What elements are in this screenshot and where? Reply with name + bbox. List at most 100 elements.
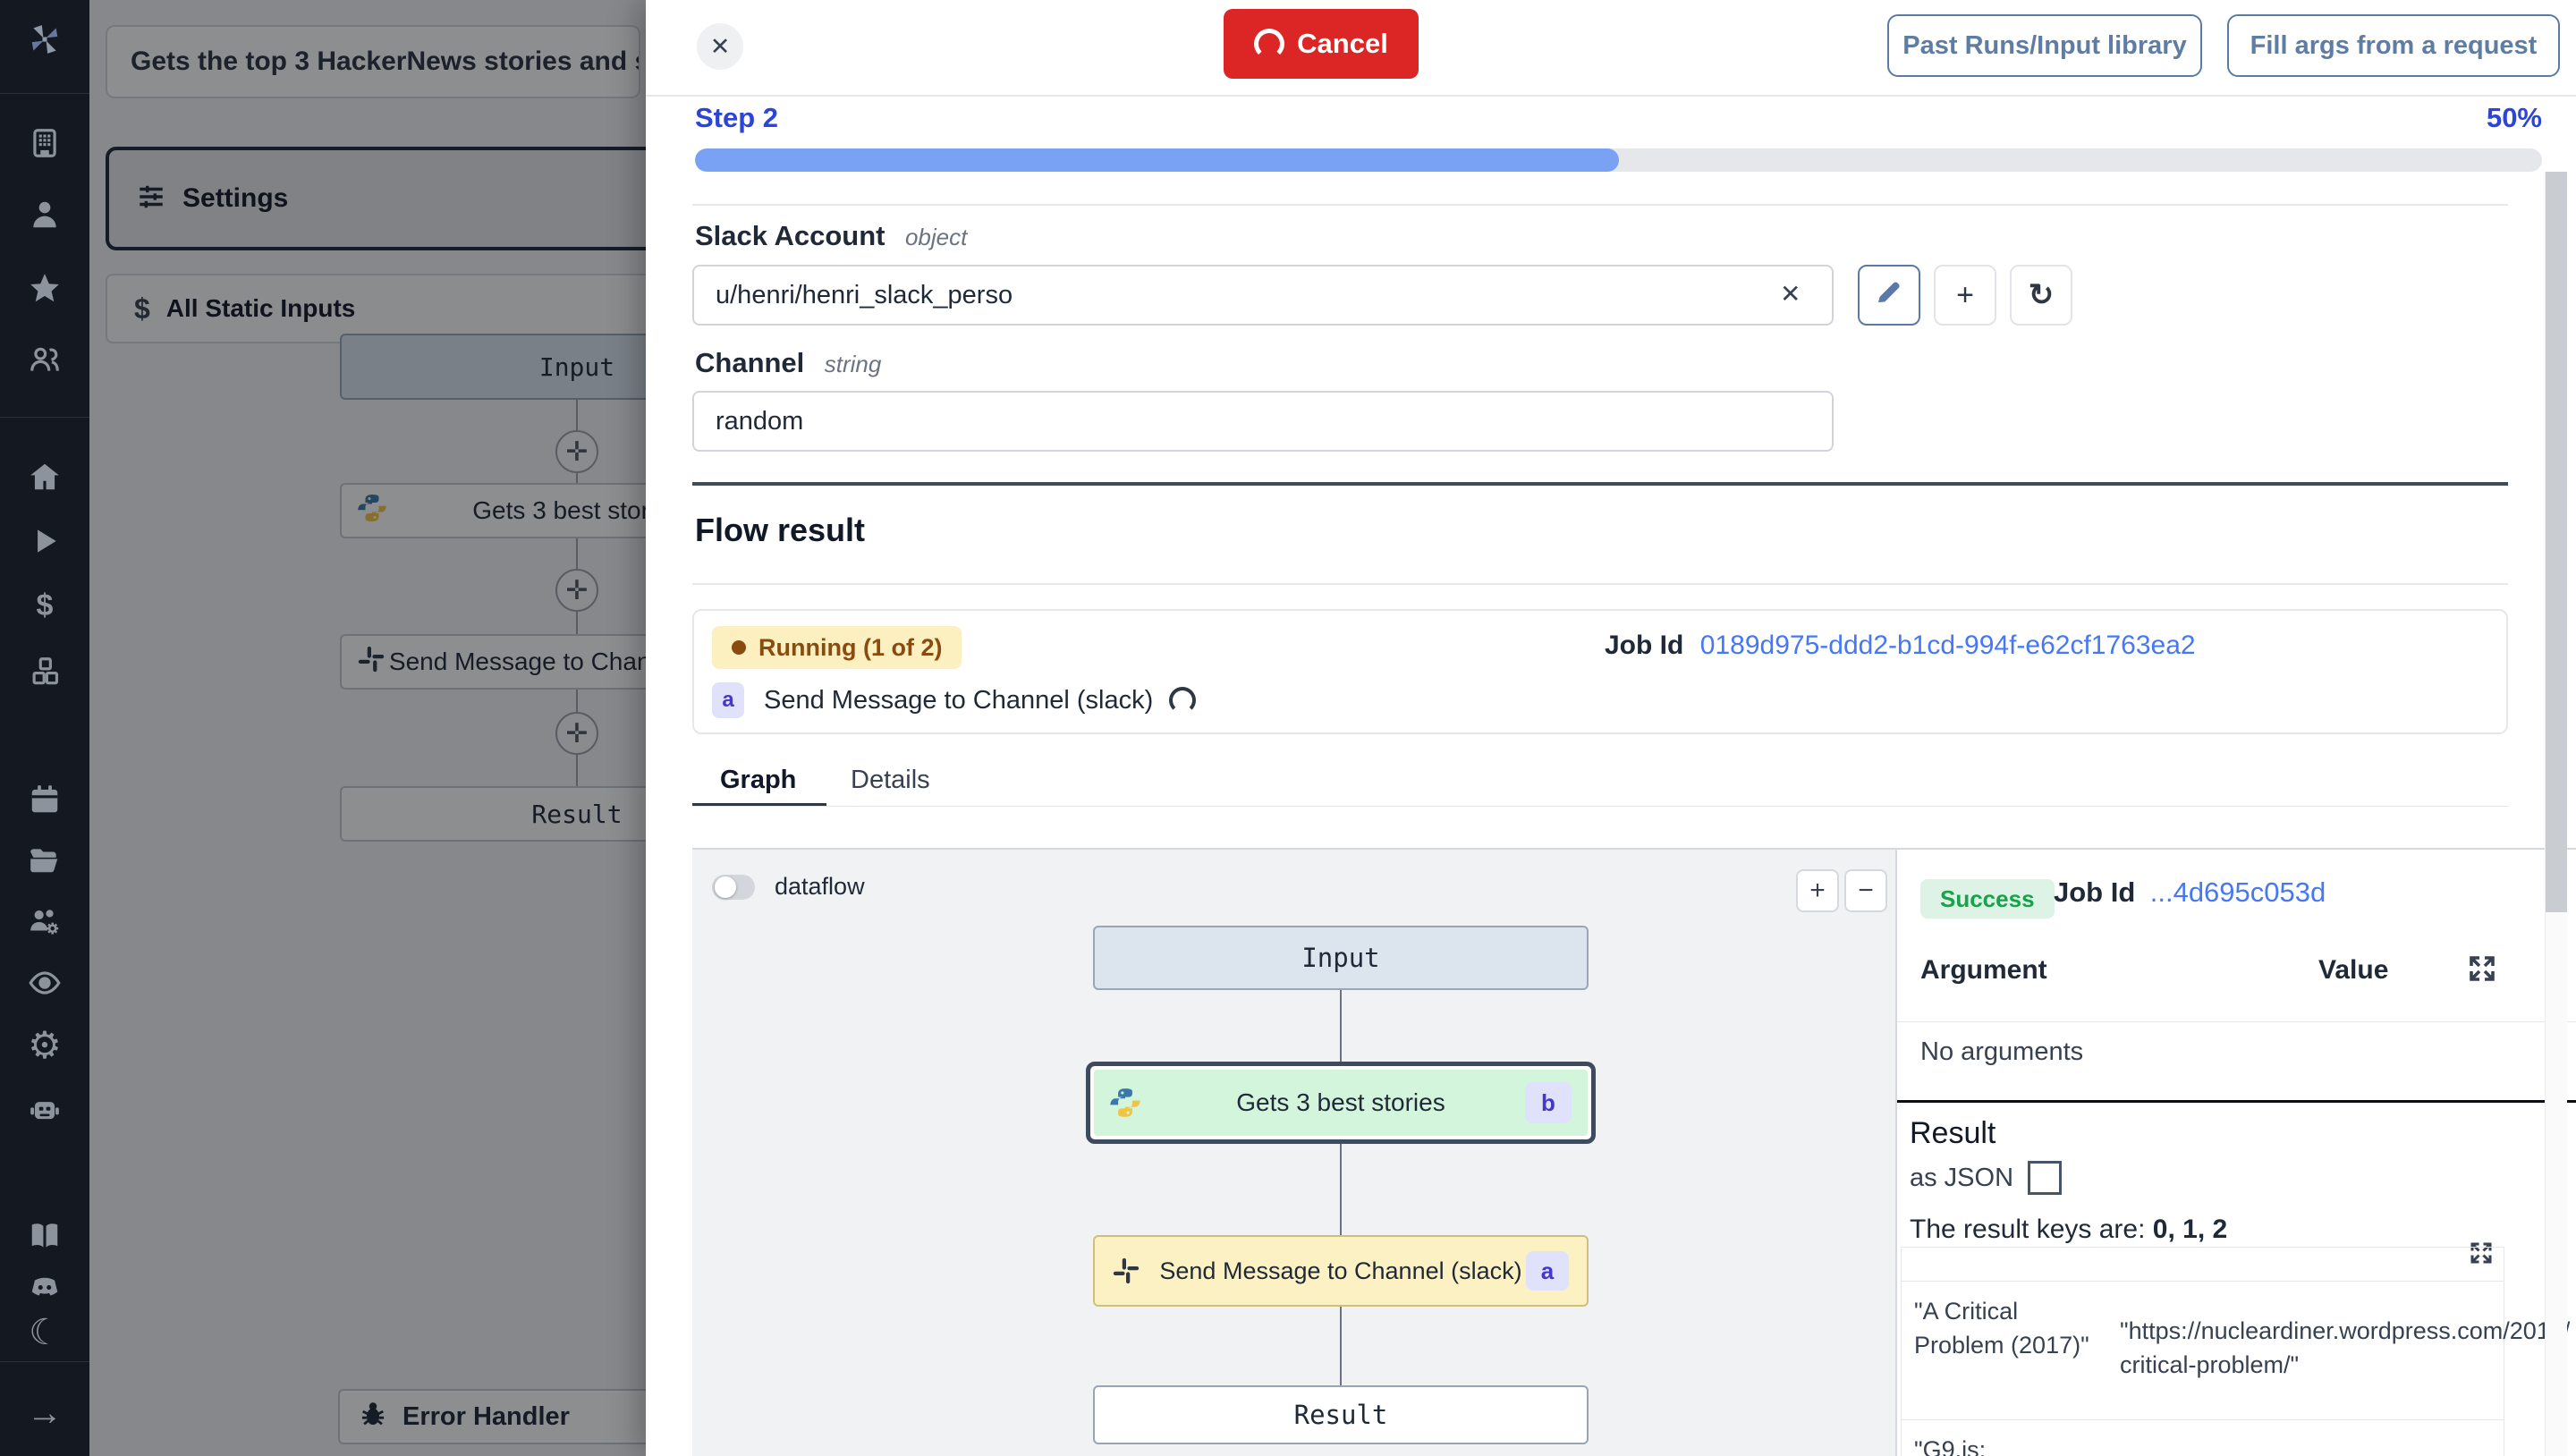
fill-args-button[interactable]: Fill args from a request xyxy=(2227,14,2560,77)
success-badge: Success xyxy=(1920,879,2055,918)
sidebar-divider xyxy=(0,417,89,418)
expand-icon[interactable] xyxy=(2466,952,2498,989)
result-table: "A Critical Problem (2017)" "https://nuc… xyxy=(1901,1247,2504,1456)
calendar-icon[interactable] xyxy=(27,782,63,817)
result-value-cell: "https://nucleardiner.wordpress.com/2017… xyxy=(2111,1282,2504,1419)
star-icon[interactable] xyxy=(27,270,63,306)
spinner-icon xyxy=(1169,687,1196,714)
moon-icon[interactable]: ☾ xyxy=(27,1315,63,1350)
scrollbar-thumb[interactable] xyxy=(2546,172,2567,912)
sidebar-divider xyxy=(0,93,89,94)
edit-resource-button[interactable] xyxy=(1858,265,1920,326)
windmill-logo-icon[interactable] xyxy=(27,21,63,57)
no-arguments-text: No arguments xyxy=(1920,1037,2083,1067)
graph-node-step-a[interactable]: Send Message to Channel (slack) a xyxy=(1093,1235,1589,1307)
result-table-header xyxy=(1902,1248,2504,1282)
status-dot-icon xyxy=(732,640,746,655)
channel-input[interactable] xyxy=(692,391,1834,452)
as-json-label: as JSON xyxy=(1910,1164,2013,1193)
dollar-icon[interactable]: $ xyxy=(27,588,63,623)
folder-icon[interactable] xyxy=(27,842,63,878)
person-icon[interactable] xyxy=(27,197,63,233)
running-status-label: Running (1 of 2) xyxy=(758,634,942,662)
cubes-icon[interactable] xyxy=(27,654,63,690)
divider xyxy=(1897,1021,2576,1022)
tab-details[interactable]: Details xyxy=(851,766,930,795)
close-button[interactable]: ✕ xyxy=(697,23,743,70)
plus-icon: + xyxy=(1956,278,1974,313)
cancel-label: Cancel xyxy=(1297,28,1388,60)
slack-account-type: object xyxy=(905,224,967,250)
zoom-in-button[interactable]: + xyxy=(1796,869,1839,912)
value-line: "https://nucleardiner.wordpress.com/2017… xyxy=(2120,1314,2504,1348)
value-line: critical-problem/" xyxy=(2120,1348,2504,1382)
sidebar: $ ⚙ ☾ → xyxy=(0,0,89,1456)
python-icon xyxy=(1108,1086,1142,1120)
graph-node-input[interactable]: Input xyxy=(1093,926,1589,990)
arrow-right-icon[interactable]: → xyxy=(27,1395,63,1431)
progress-bar-fill xyxy=(695,148,1619,172)
cancel-button[interactable]: Cancel xyxy=(1224,9,1419,79)
slack-account-label: Slack Account xyxy=(695,220,885,251)
header-divider xyxy=(646,95,2576,97)
step-badge: b xyxy=(1525,1082,1572,1123)
job-details-panel: Success Job Id ...4d695c053d Argument Va… xyxy=(1897,848,2576,1456)
table-row: "G9.js: Automatically "http://omrelli.ug… xyxy=(1902,1420,2504,1456)
slack-icon xyxy=(1111,1256,1141,1286)
discord-icon[interactable] xyxy=(27,1268,63,1304)
graph-panel: dataflow + − Input Gets 3 best stories b… xyxy=(692,848,1897,1456)
result-key-cell: "A Critical Problem (2017)" xyxy=(1902,1282,2111,1419)
pencil-icon xyxy=(1875,277,1903,314)
sidebar-divider xyxy=(0,1361,89,1362)
running-status-badge: Running (1 of 2) xyxy=(712,626,962,669)
channel-type: string xyxy=(825,351,882,377)
divider xyxy=(692,583,2508,585)
graph-node-result[interactable]: Result xyxy=(1093,1385,1589,1444)
spinner-icon xyxy=(1254,29,1284,59)
dataflow-toggle[interactable] xyxy=(712,875,755,900)
result-divider xyxy=(1897,1100,2576,1103)
add-resource-button[interactable]: + xyxy=(1934,265,1996,326)
play-icon[interactable] xyxy=(27,523,63,559)
eye-icon[interactable] xyxy=(27,965,63,1001)
result-value-cell: "http://omrelli.ug/g9/gallery/" xyxy=(2112,1420,2504,1456)
result-heading: Result xyxy=(1910,1116,1996,1151)
result-key-cell: "G9.js: Automatically xyxy=(1902,1420,2112,1456)
robot-icon[interactable] xyxy=(27,1091,63,1127)
job-id-short-row: Job Id ...4d695c053d xyxy=(2054,876,2326,909)
channel-label-row: Channel string xyxy=(695,347,881,379)
job-id-label: Job Id xyxy=(1605,631,1683,660)
table-row: "A Critical Problem (2017)" "https://nuc… xyxy=(1902,1282,2504,1420)
result-keys-text: The result keys are: 0, 1, 2 xyxy=(1910,1215,2227,1245)
refresh-icon: ↻ xyxy=(2029,277,2055,313)
slack-account-input[interactable] xyxy=(692,265,1834,326)
step-label: Step 2 xyxy=(695,102,778,134)
as-json-row: as JSON xyxy=(1910,1161,2062,1195)
graph-connector-line xyxy=(1340,990,1342,1398)
as-json-checkbox[interactable] xyxy=(2028,1161,2062,1195)
run-preview-drawer: ✕ Cancel Past Runs/Input library Fill ar… xyxy=(646,0,2576,1456)
graph-node-step-b[interactable]: Gets 3 best stories b xyxy=(1086,1062,1596,1144)
job-id-label: Job Id xyxy=(2054,876,2135,908)
job-id-link[interactable]: 0189d975-ddd2-b1cd-994f-e62cf1763ea2 xyxy=(1700,631,2196,660)
gear-icon[interactable]: ⚙ xyxy=(27,1027,63,1062)
users-gear-icon[interactable] xyxy=(27,904,63,940)
book-icon[interactable] xyxy=(27,1218,63,1254)
scrollbar-track[interactable] xyxy=(2545,172,2567,1456)
people-icon[interactable] xyxy=(27,342,63,377)
home-icon[interactable] xyxy=(27,459,63,495)
divider xyxy=(692,204,2508,206)
refresh-button[interactable]: ↻ xyxy=(2010,265,2072,326)
value-header: Value xyxy=(2318,955,2388,986)
flow-result-heading: Flow result xyxy=(695,512,865,549)
section-divider xyxy=(692,482,2508,486)
clear-field-icon[interactable]: ✕ xyxy=(1780,279,1801,309)
progress-percent: 50% xyxy=(2363,102,2542,134)
job-id-short-link[interactable]: ...4d695c053d xyxy=(2150,876,2326,908)
modal-overlay[interactable] xyxy=(89,0,646,1456)
success-badge-label: Success xyxy=(1940,885,2035,913)
zoom-out-button[interactable]: − xyxy=(1844,869,1887,912)
tab-graph[interactable]: Graph xyxy=(720,766,796,795)
past-runs-button[interactable]: Past Runs/Input library xyxy=(1887,14,2202,77)
building-icon[interactable] xyxy=(27,125,63,161)
